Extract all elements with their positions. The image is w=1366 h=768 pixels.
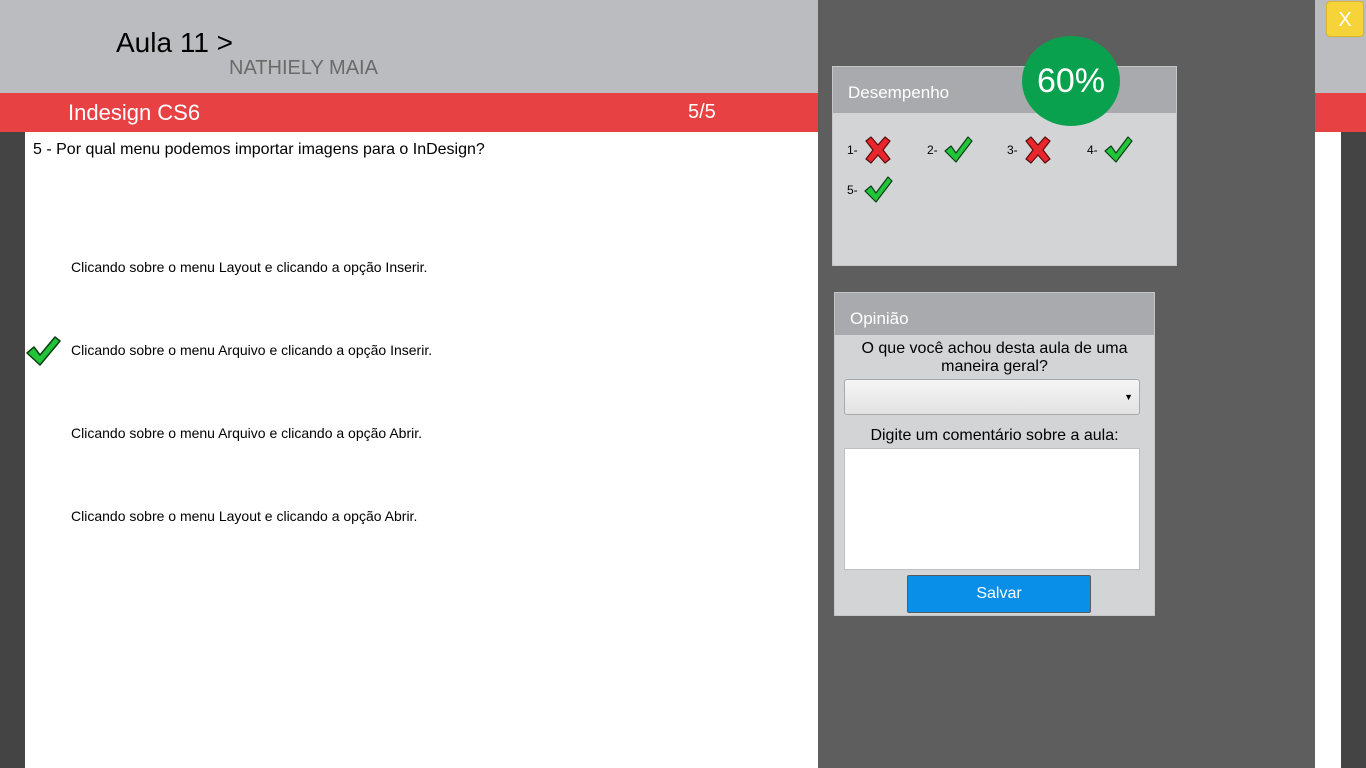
performance-item-label: 2- — [927, 143, 938, 157]
answer-option-2[interactable]: Clicando sobre o menu Arquivo e clicando… — [71, 342, 432, 358]
opinion-header: Opinião — [835, 293, 1154, 335]
performance-card: Desempenho 1- 2- 3- 4- 5- — [832, 66, 1177, 266]
caret-down-icon: ▼ — [1124, 392, 1133, 402]
author-name: NATHIELY MAIA — [229, 57, 378, 79]
right-gutter — [1341, 132, 1366, 768]
performance-item-label: 5- — [847, 183, 858, 197]
performance-header: Desempenho — [833, 67, 1176, 113]
answer-option-4[interactable]: Clicando sobre o menu Layout e clicando … — [71, 508, 417, 524]
answer-option-1[interactable]: Clicando sobre o menu Layout e clicando … — [71, 259, 427, 275]
opinion-title: Opinião — [850, 309, 909, 328]
check-icon — [1104, 136, 1133, 163]
save-button[interactable]: Salvar — [907, 575, 1091, 613]
performance-item-label: 4- — [1087, 143, 1098, 157]
question-text: 5 - Por qual menu podemos importar image… — [33, 141, 485, 158]
close-button[interactable]: X — [1326, 1, 1364, 37]
left-gutter — [0, 132, 25, 768]
check-icon — [864, 176, 893, 203]
performance-item-label: 1- — [847, 143, 858, 157]
performance-title: Desempenho — [848, 83, 950, 102]
right-strip — [1315, 132, 1341, 768]
rating-select[interactable]: ▼ — [844, 379, 1140, 415]
x-icon — [1025, 136, 1051, 164]
performance-item-label: 3- — [1007, 143, 1018, 157]
lesson-title[interactable]: Aula 11 > — [116, 27, 233, 59]
question-progress: 5/5 — [688, 101, 716, 123]
score-badge: 60% — [1022, 36, 1120, 126]
x-icon — [865, 136, 891, 164]
answer-option-3[interactable]: Clicando sobre o menu Arquivo e clicando… — [71, 425, 422, 441]
question-panel: 5 - Por qual menu podemos importar image… — [25, 132, 818, 768]
opinion-question: O que você achou desta aula de uma manei… — [861, 340, 1128, 375]
opinion-card: Opinião O que você achou desta aula de u… — [834, 292, 1155, 616]
check-icon — [26, 336, 61, 366]
check-icon — [944, 136, 973, 163]
course-name: Indesign CS6 — [68, 100, 201, 125]
comment-label: Digite um comentário sobre a aula: — [870, 427, 1119, 444]
comment-textarea[interactable] — [844, 448, 1140, 570]
